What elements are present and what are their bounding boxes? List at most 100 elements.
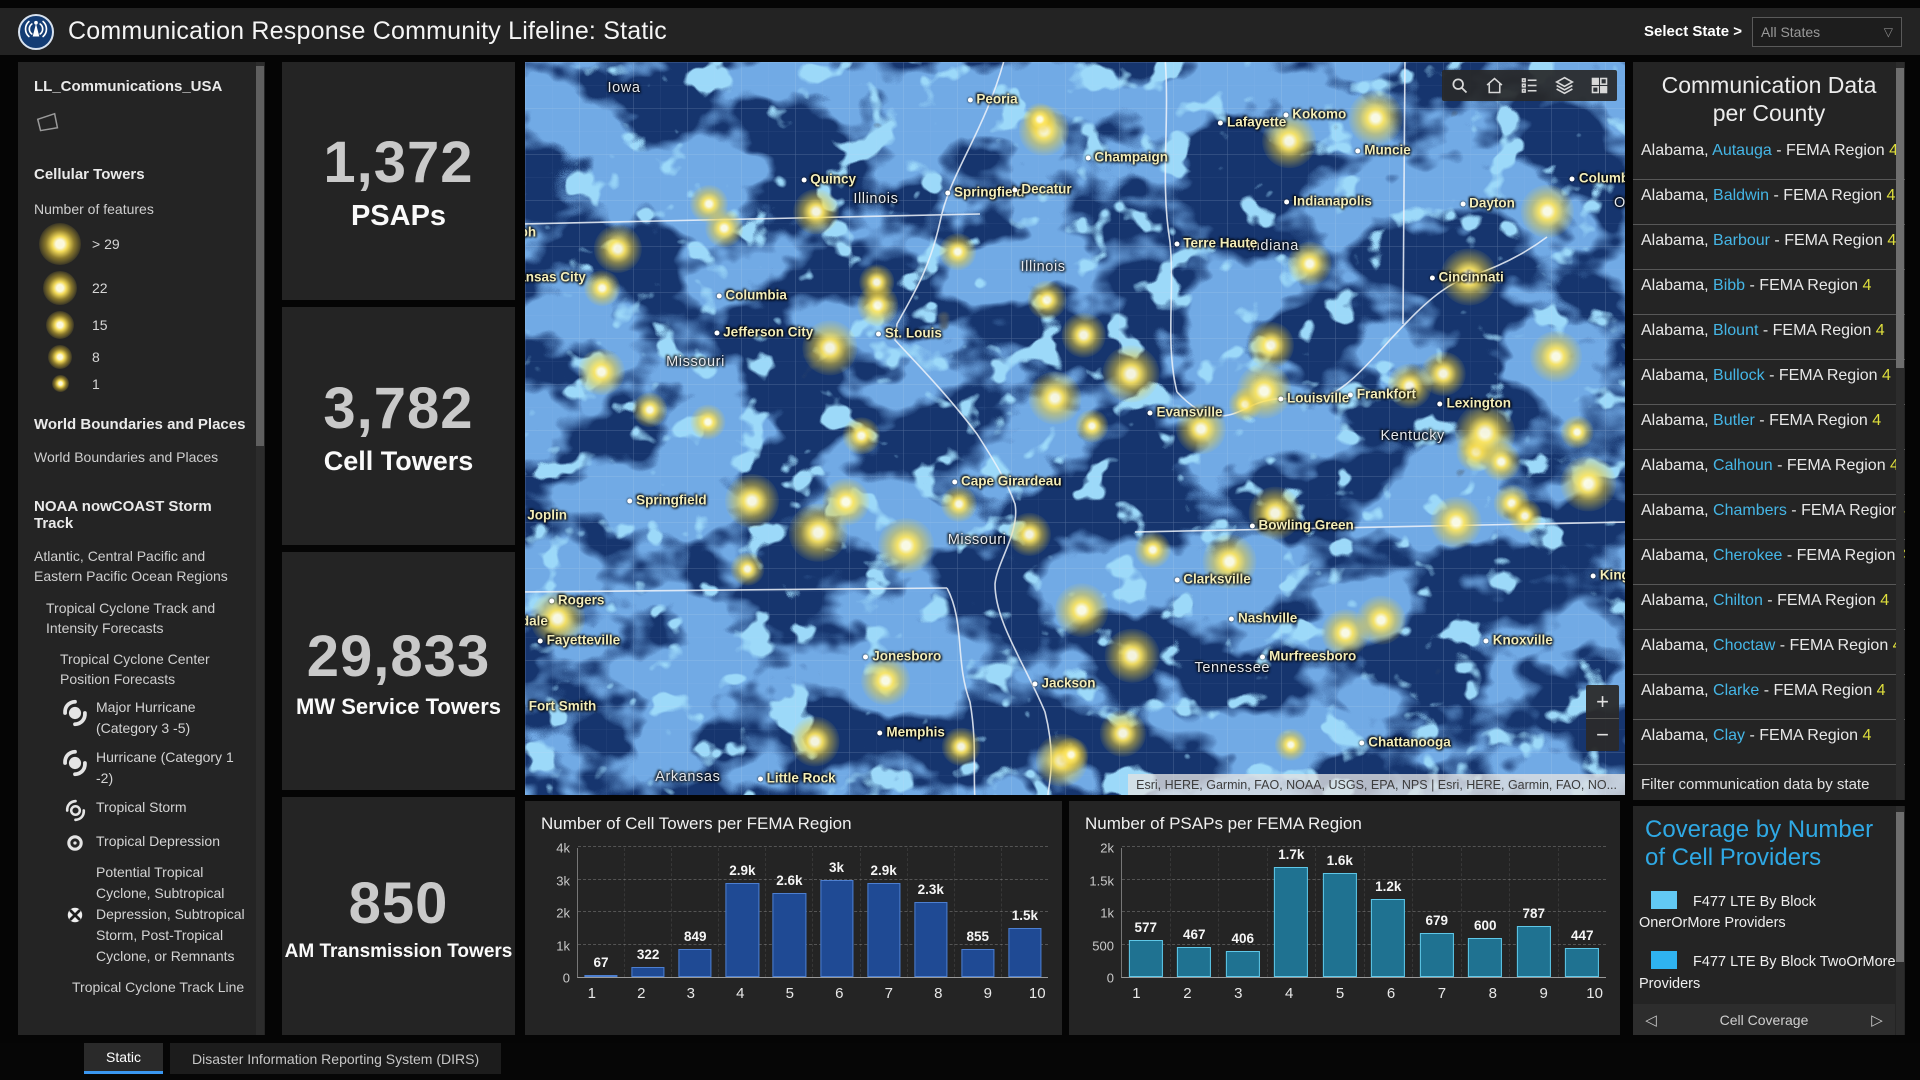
city-dot (1012, 187, 1017, 192)
state-dropdown[interactable]: All States ▽ (1752, 17, 1902, 47)
bar[interactable] (867, 883, 900, 977)
stat-cards: 1,372PSAPs3,782Cell Towers29,833MW Servi… (282, 62, 515, 1035)
legend-noaa-title: NOAA nowCOAST Storm Track (34, 498, 251, 532)
bar[interactable] (1565, 948, 1599, 977)
county-state: Alabama, (1641, 367, 1713, 384)
county-name: Chambers (1713, 502, 1787, 519)
county-name: Clarke (1713, 682, 1759, 699)
county-state: Alabama, (1641, 502, 1713, 519)
county-row[interactable]: Alabama, Chilton - FEMA Region 4 (1633, 585, 1905, 630)
bar[interactable] (726, 883, 759, 977)
county-row[interactable]: Alabama, Cherokee - FEMA Region 4 (1633, 540, 1905, 585)
bar-group[interactable]: 3k (812, 848, 859, 977)
county-row[interactable]: Alabama, Bibb - FEMA Region 4 (1633, 270, 1905, 315)
bar[interactable] (1517, 926, 1551, 977)
basemap-icon[interactable] (1582, 70, 1617, 101)
bar[interactable] (1371, 899, 1405, 977)
county-row[interactable]: Alabama, Choctaw - FEMA Region 4 (1633, 630, 1905, 675)
bar-group[interactable]: 322 (624, 848, 671, 977)
bar-group[interactable]: 1.6k (1315, 848, 1364, 977)
bar[interactable] (1226, 951, 1260, 977)
bar-group[interactable]: 406 (1218, 848, 1267, 977)
county-state: Alabama, (1641, 547, 1713, 564)
legend-scrollbar[interactable] (256, 62, 264, 1035)
coverage-panel-title: Coverage by Number of Cell Providers (1633, 806, 1905, 875)
stat-card: 1,372PSAPs (282, 62, 515, 300)
search-icon[interactable] (1442, 70, 1477, 101)
county-row[interactable]: Alabama, Clay - FEMA Region 4 (1633, 720, 1905, 765)
city-dot (1278, 396, 1283, 401)
bar-group[interactable]: 2.9k (718, 848, 765, 977)
legend-icon[interactable] (1512, 70, 1547, 101)
bar[interactable] (632, 967, 665, 977)
bar[interactable] (679, 949, 712, 977)
zoom-in-button[interactable]: + (1586, 685, 1619, 718)
county-row[interactable]: Alabama, Baldwin - FEMA Region 4 (1633, 180, 1905, 225)
bar[interactable] (1129, 940, 1163, 978)
county-row[interactable]: Alabama, Bullock - FEMA Region 4 (1633, 360, 1905, 405)
bar[interactable] (1420, 933, 1454, 977)
county-scrollbar-thumb[interactable] (1896, 68, 1904, 368)
bar-group[interactable]: 2.9k (860, 848, 907, 977)
city-label: Fort Smith (525, 699, 596, 714)
county-row[interactable]: Alabama, Blount - FEMA Region 4 (1633, 315, 1905, 360)
coverage-scrollbar-thumb[interactable] (1896, 812, 1904, 962)
bar[interactable] (1323, 873, 1357, 977)
bar-group[interactable]: 67 (578, 848, 624, 977)
bar-group[interactable]: 1.7k (1267, 848, 1316, 977)
bar-group[interactable]: 679 (1412, 848, 1461, 977)
home-icon[interactable] (1477, 70, 1512, 101)
bar-group[interactable]: 447 (1558, 848, 1607, 977)
county-row[interactable]: Alabama, Autauga - FEMA Region 4 (1633, 135, 1905, 180)
chart-plot-area: 673228492.9k2.6k3k2.9k2.3k8551.5k (577, 848, 1048, 978)
zoom-out-button[interactable]: − (1586, 718, 1619, 751)
bar[interactable] (1468, 938, 1502, 977)
bar[interactable] (1008, 928, 1041, 977)
city-dot (716, 294, 721, 299)
bar[interactable] (914, 902, 947, 977)
county-row[interactable]: Alabama, Barbour - FEMA Region 4 (1633, 225, 1905, 270)
bar[interactable] (961, 949, 994, 977)
county-row[interactable]: Alabama, Calhoun - FEMA Region 4 (1633, 450, 1905, 495)
coverage-scrollbar[interactable] (1896, 806, 1904, 1035)
city-label: Jonesboro (863, 648, 941, 663)
county-row[interactable]: Alabama, Chambers - FEMA Region 4 (1633, 495, 1905, 540)
stat-label: Cell Towers (324, 446, 474, 477)
bar-group[interactable]: 787 (1509, 848, 1558, 977)
county-row[interactable]: Alabama, Butler - FEMA Region 4 (1633, 405, 1905, 450)
x-tick-label: 10 (1013, 978, 1063, 1002)
bar[interactable] (773, 893, 806, 978)
bar-group[interactable]: 1.5k (1001, 848, 1048, 977)
gridline (1122, 846, 1606, 847)
bar-group[interactable]: 2.3k (907, 848, 954, 977)
bar-group[interactable]: 577 (1122, 848, 1170, 977)
bar-group[interactable]: 600 (1461, 848, 1510, 977)
city-dot (1032, 681, 1037, 686)
tower-glow-dot (43, 271, 77, 305)
coverage-map[interactable]: IowaIllinoisIllinoisIndianaMissouriMisso… (525, 62, 1625, 795)
previous-page-icon[interactable]: ◁ (1633, 1011, 1669, 1029)
county-state: Alabama, (1641, 412, 1713, 429)
bar-group[interactable]: 2.6k (765, 848, 812, 977)
bar[interactable] (1274, 867, 1308, 978)
bar-value-label: 1.2k (1365, 879, 1413, 894)
layers-icon[interactable] (1547, 70, 1582, 101)
bar[interactable] (584, 975, 617, 977)
tab-disaster-information-reporting-system-dirs[interactable]: Disaster Information Reporting System (D… (170, 1043, 501, 1074)
stat-label: AM Transmission Towers (285, 941, 513, 963)
bar-group[interactable]: 467 (1170, 848, 1219, 977)
bar[interactable] (1177, 947, 1211, 977)
city-label: Muncie (1355, 142, 1411, 157)
state-label: Illinois (1021, 259, 1066, 275)
bar[interactable] (820, 880, 853, 978)
legend-scrollbar-thumb[interactable] (256, 66, 264, 446)
next-page-icon[interactable]: ▷ (1859, 1011, 1895, 1029)
tower-glow-dot (48, 345, 72, 369)
county-scrollbar[interactable] (1896, 62, 1904, 800)
tab-static[interactable]: Static (84, 1043, 163, 1074)
county-row[interactable]: Alabama, Clarke - FEMA Region 4 (1633, 675, 1905, 720)
bar-group[interactable]: 855 (954, 848, 1001, 977)
bar-group[interactable]: 1.2k (1364, 848, 1413, 977)
bar-group[interactable]: 849 (671, 848, 718, 977)
county-name: Barbour (1713, 232, 1770, 249)
